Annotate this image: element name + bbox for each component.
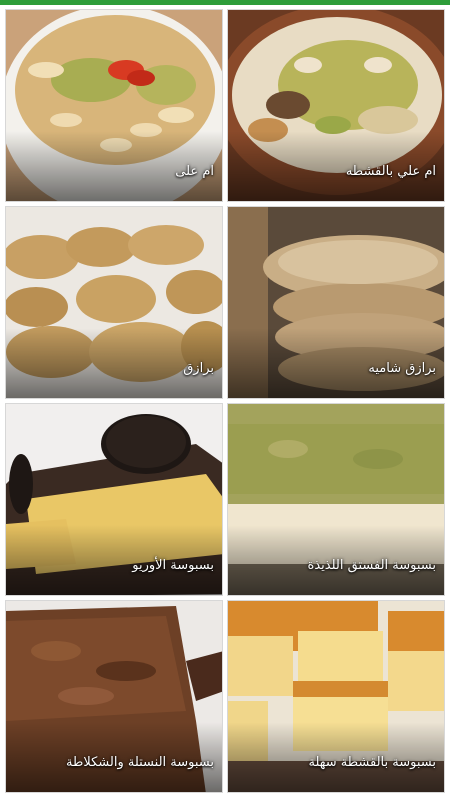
recipe-title: برازق xyxy=(183,361,214,376)
recipe-title: ام على xyxy=(175,164,214,179)
recipe-card-shami-barazek[interactable]: برازق شاميه xyxy=(227,206,445,399)
recipe-title: بسبوسة النستلة والشكلاطة xyxy=(66,755,214,770)
recipe-card-nestle-chocolate-basbousa[interactable]: بسبوسة النستلة والشكلاطة xyxy=(5,600,223,793)
recipe-title: بسبوسة الفستق اللذيذة xyxy=(307,558,436,573)
recipe-card-barazek[interactable]: برازق xyxy=(5,206,223,399)
recipe-title: بسبوسة بالقشطة سهلة xyxy=(308,755,437,770)
recipe-card-pistachio-basbousa[interactable]: بسبوسة الفستق اللذيذة xyxy=(227,403,445,596)
recipe-card-om-ali[interactable]: ام على xyxy=(5,9,223,202)
recipe-card-om-ali-cream[interactable]: ام علي بالقشطه xyxy=(227,9,445,202)
recipe-title: ام علي بالقشطه xyxy=(345,164,436,179)
status-accent-bar xyxy=(0,0,450,5)
recipe-card-cream-basbousa[interactable]: بسبوسة بالقشطة سهلة xyxy=(227,600,445,793)
recipe-title: بسبوسة الأوريو xyxy=(132,558,214,573)
recipe-card-oreo-basbousa[interactable]: بسبوسة الأوريو xyxy=(5,403,223,596)
recipe-title: برازق شاميه xyxy=(368,361,436,376)
